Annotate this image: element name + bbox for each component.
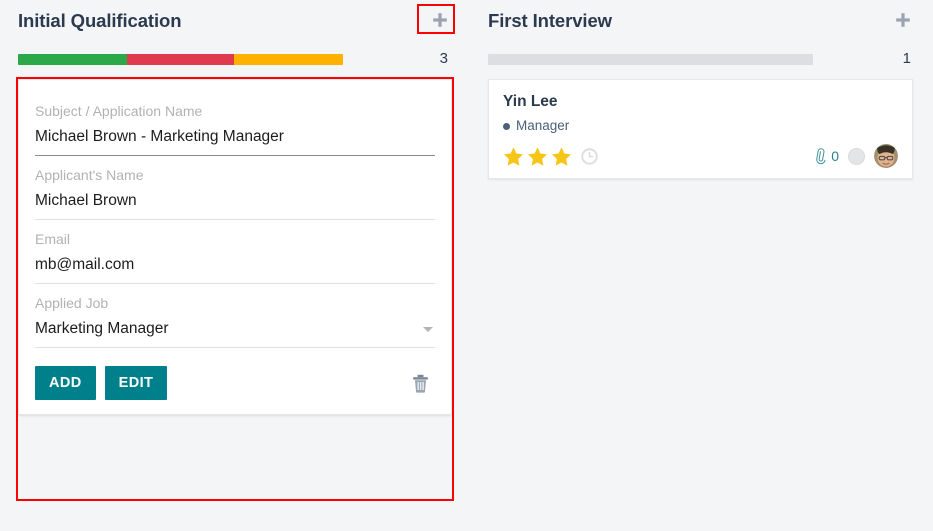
edit-button[interactable]: EDIT <box>105 366 168 400</box>
tag-dot-icon <box>503 123 510 130</box>
applicant-name: Yin Lee <box>503 91 898 113</box>
column-title: First Interview <box>488 8 612 34</box>
column-header: Initial Qualification <box>0 0 470 40</box>
delete-button[interactable] <box>406 374 435 393</box>
kanban-column-first-interview: First Interview 1 Yin Lee Manager <box>470 0 933 531</box>
tag-label: Manager <box>516 117 569 135</box>
progress-segment-red <box>127 54 234 65</box>
column-header: First Interview <box>470 0 933 40</box>
add-button[interactable]: ADD <box>35 366 96 400</box>
field-input-row[interactable] <box>35 124 435 156</box>
progress-segment-green <box>18 54 127 65</box>
clock-icon[interactable] <box>580 147 599 166</box>
applied-job-select[interactable] <box>35 316 415 342</box>
kanban-column-initial-qualification: Initial Qualification 3 Subject / Applic… <box>0 0 470 531</box>
field-email: Email <box>35 222 435 284</box>
field-label: Applicant's Name <box>35 158 435 188</box>
progress-row: 1 <box>470 46 933 72</box>
card-count: 3 <box>343 46 452 72</box>
applicant-tag: Manager <box>503 117 898 135</box>
star-icon[interactable] <box>503 146 524 167</box>
star-icon[interactable] <box>527 146 548 167</box>
field-input-row[interactable] <box>35 252 435 284</box>
star-icon[interactable] <box>551 146 572 167</box>
add-card-button[interactable] <box>891 8 915 32</box>
progress-segment-orange <box>234 54 343 65</box>
field-applicant-name: Applicant's Name <box>35 158 435 220</box>
status-circle[interactable] <box>848 148 865 165</box>
email-input[interactable] <box>35 252 435 278</box>
add-card-button[interactable] <box>428 8 452 32</box>
field-select-row[interactable] <box>35 316 435 348</box>
applicant-name-input[interactable] <box>35 188 435 214</box>
new-application-form: Subject / Application Name Applicant's N… <box>18 79 452 415</box>
chevron-down-icon[interactable] <box>423 327 433 332</box>
attachment-count: 0 <box>831 147 839 165</box>
plus-icon <box>894 11 912 29</box>
user-avatar[interactable] <box>874 144 898 168</box>
stage-progress-bar <box>18 54 343 65</box>
column-title: Initial Qualification <box>18 8 181 34</box>
progress-row: 3 <box>0 46 470 72</box>
trash-icon <box>412 374 429 393</box>
field-applied-job: Applied Job <box>35 286 435 348</box>
applicant-card[interactable]: Yin Lee Manager <box>488 79 913 179</box>
plus-icon <box>431 11 449 29</box>
card-count: 1 <box>813 46 915 72</box>
stage-progress-bar <box>488 54 813 65</box>
field-label: Email <box>35 222 435 252</box>
paperclip-icon[interactable] <box>811 147 829 165</box>
subject-application-name-input[interactable] <box>35 124 435 150</box>
rating-stars[interactable] <box>503 146 599 167</box>
field-input-row[interactable] <box>35 188 435 220</box>
field-subject-application-name: Subject / Application Name <box>35 94 435 156</box>
card-footer: 0 <box>503 144 898 168</box>
card-meta: 0 <box>811 144 898 168</box>
field-label: Applied Job <box>35 286 435 316</box>
kanban-board: Initial Qualification 3 Subject / Applic… <box>0 0 933 531</box>
field-label: Subject / Application Name <box>35 94 435 124</box>
new-application-form-wrapper: Subject / Application Name Applicant's N… <box>18 79 452 415</box>
form-actions: ADD EDIT <box>35 366 435 400</box>
